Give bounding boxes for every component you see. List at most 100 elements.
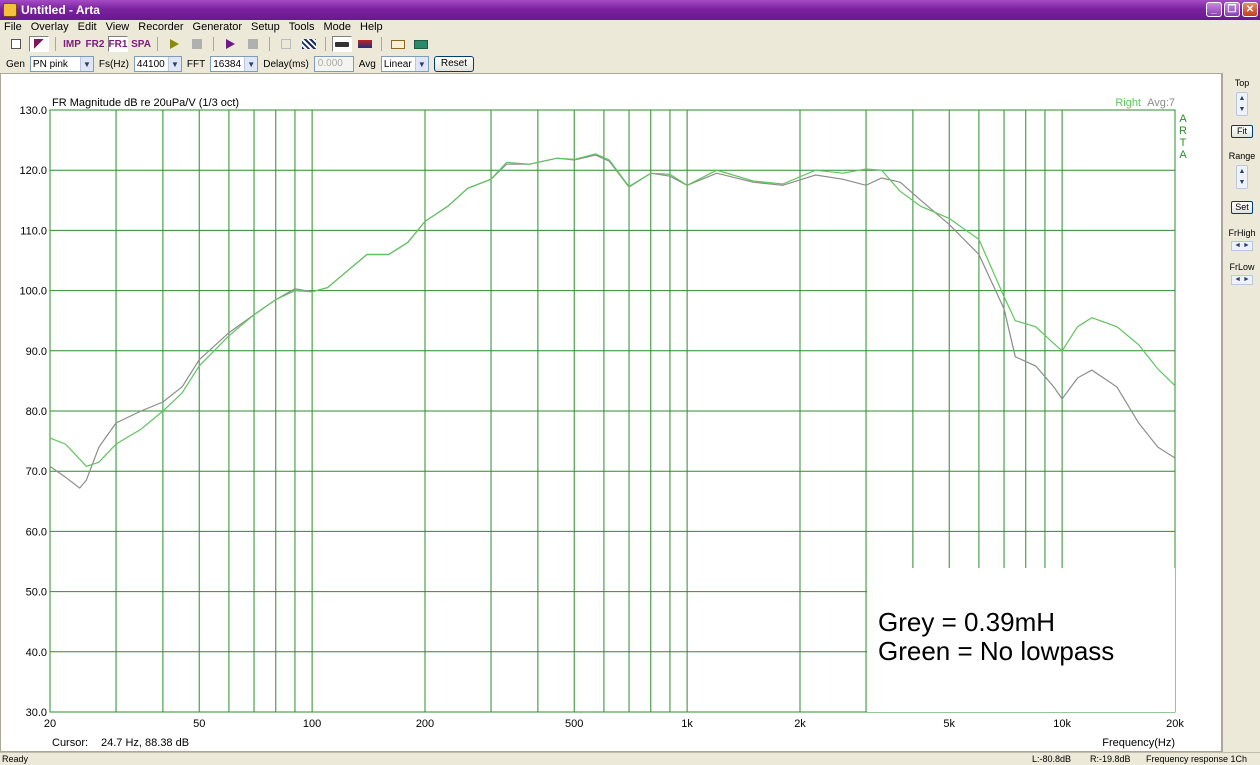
- set-button[interactable]: Set: [1231, 201, 1253, 214]
- green-response-line: [49, 153, 1176, 468]
- gen-select[interactable]: PN pink ▼: [29, 56, 94, 72]
- close-icon[interactable]: ✕: [1242, 2, 1258, 17]
- record-play-icon[interactable]: [220, 36, 240, 52]
- menu-mode[interactable]: Mode: [319, 21, 356, 33]
- top-label: Top: [1234, 78, 1250, 88]
- avg-label: Avg:7: [1147, 97, 1175, 109]
- chevron-down-icon: ▼: [167, 57, 181, 71]
- menu-tools[interactable]: Tools: [285, 21, 320, 33]
- plot-area[interactable]: 130.0 120.0 110.0 100.0 90.0 80.0 70.0 60.0 50.0…: [0, 73, 1222, 752]
- x-tick-label: 50: [193, 718, 205, 730]
- play-icon[interactable]: [164, 36, 184, 52]
- status-text: Ready: [2, 754, 29, 764]
- logo-letter: R: [1179, 125, 1187, 137]
- fs-label: Fs(Hz): [98, 58, 129, 70]
- y-tick-label: 90.0: [26, 346, 47, 358]
- fr1-mode-button[interactable]: FR1: [108, 36, 128, 52]
- rec-icon[interactable]: [276, 36, 296, 52]
- right-level: R:-19.8dB: [1090, 754, 1131, 764]
- arta-logo: A R T A: [1179, 113, 1187, 161]
- menu-bar: File Overlay Edit View Recorder Generato…: [0, 20, 1260, 34]
- frlow-label: FrLow: [1229, 262, 1255, 272]
- frhigh-spinner[interactable]: ◄ ►: [1231, 241, 1253, 251]
- chevron-down-icon: ▼: [79, 57, 93, 71]
- generator-bar: Gen PN pink ▼ Fs(Hz) 44100 ▼ FFT 16384 ▼…: [0, 55, 1260, 73]
- menu-file[interactable]: File: [0, 21, 27, 33]
- menu-generator[interactable]: Generator: [189, 21, 248, 33]
- fs-value: 44100: [136, 58, 165, 70]
- y-tick-label: 40.0: [26, 647, 47, 659]
- frlow-spinner[interactable]: ◄ ►: [1231, 275, 1253, 285]
- y-tick-label: 120.0: [19, 165, 47, 177]
- chevron-down-icon: ▼: [414, 57, 428, 71]
- x-tick-label: 20: [44, 718, 56, 730]
- top-spinner[interactable]: ▲ ▼: [1236, 92, 1248, 116]
- hatch-icon[interactable]: [299, 36, 319, 52]
- x-tick-label: 5k: [943, 718, 955, 730]
- x-tick-label: 100: [303, 718, 321, 730]
- toolbar-separator: [213, 37, 214, 51]
- chart-series: [49, 153, 1176, 489]
- x-tick-label: 10k: [1053, 718, 1071, 730]
- waveform-icon[interactable]: [388, 36, 408, 52]
- channel-label: Right: [1115, 97, 1141, 109]
- title-bar: Untitled - Arta _ ❐ ✕: [0, 0, 1260, 20]
- y-tick-labels: 130.0 120.0 110.0 100.0 90.0 80.0 70.0 60.0 50.0…: [19, 105, 47, 719]
- calibrate-icon[interactable]: [332, 36, 352, 52]
- imp-mode-button[interactable]: IMP: [62, 36, 82, 52]
- fft-value: 16384: [213, 58, 242, 70]
- right-control-panel: Top ▲ ▼ Fit Range ▲ ▼ Set FrHigh ◄ ► FrLow…: [1222, 73, 1260, 752]
- y-tick-label: 110.0: [20, 225, 47, 237]
- x-tick-label: 20k: [1166, 718, 1184, 730]
- fr2-mode-button[interactable]: FR2: [85, 36, 105, 52]
- menu-setup[interactable]: Setup: [247, 21, 285, 33]
- gen-value: PN pink: [32, 58, 68, 70]
- fft-select[interactable]: 16384 ▼: [210, 56, 259, 72]
- color-bars-icon[interactable]: [355, 36, 375, 52]
- y-tick-label: 60.0: [26, 526, 47, 538]
- window-controls: _ ❐ ✕: [1206, 2, 1258, 17]
- logo-letter: A: [1179, 149, 1187, 161]
- spectrum-icon[interactable]: [411, 36, 431, 52]
- delay-field[interactable]: 0.000: [313, 56, 354, 72]
- left-level: L:-80.8dB: [1032, 754, 1072, 764]
- y-tick-label: 50.0: [26, 587, 47, 599]
- y-tick-label: 80.0: [26, 406, 47, 418]
- spa-mode-button[interactable]: SPA: [131, 36, 151, 52]
- toolbar-separator: [381, 37, 382, 51]
- fs-select[interactable]: 44100 ▼: [133, 56, 182, 72]
- x-tick-label: 1k: [681, 718, 693, 730]
- overlay-icon[interactable]: [29, 36, 49, 52]
- toolbar: IMP FR2 FR1 SPA: [0, 35, 1260, 53]
- avg-select[interactable]: Linear ▼: [380, 56, 429, 72]
- logo-letter: T: [1180, 137, 1187, 149]
- menu-help[interactable]: Help: [356, 21, 388, 33]
- range-spinner[interactable]: ▲ ▼: [1236, 165, 1248, 189]
- x-tick-label: 2k: [794, 718, 806, 730]
- restore-icon[interactable]: ❐: [1224, 2, 1240, 17]
- x-tick-label: 200: [416, 718, 434, 730]
- menu-overlay[interactable]: Overlay: [27, 21, 74, 33]
- annotation-line1: Grey = 0.39mH: [878, 607, 1055, 637]
- delay-label: Delay(ms): [263, 58, 309, 70]
- mode-status: Frequency response 1Ch: [1146, 754, 1248, 764]
- fit-button[interactable]: Fit: [1231, 125, 1253, 138]
- menu-view[interactable]: View: [102, 21, 135, 33]
- stop-icon[interactable]: [187, 36, 207, 52]
- frequency-response-chart[interactable]: 130.0 120.0 110.0 100.0 90.0 80.0 70.0 60.0 50.0…: [1, 74, 1223, 753]
- avg-value: Linear: [383, 58, 412, 70]
- new-file-icon[interactable]: [6, 36, 26, 52]
- record-stop-icon[interactable]: [243, 36, 263, 52]
- chart-header: FR Magnitude dB re 20uPa/V (1/3 oct): [52, 97, 239, 109]
- toolbar-separator: [55, 37, 56, 51]
- x-tick-labels: 20 50 100 200 500 1k 2k 5k 10k 20k: [44, 718, 1184, 730]
- window-title: Untitled - Arta: [21, 3, 100, 17]
- minimize-icon[interactable]: _: [1206, 2, 1222, 17]
- avg-label: Avg: [358, 58, 376, 70]
- reset-button[interactable]: Reset: [433, 56, 474, 72]
- menu-edit[interactable]: Edit: [74, 21, 102, 33]
- toolbar-separator: [325, 37, 326, 51]
- toolbar-separator: [269, 37, 270, 51]
- fft-label: FFT: [186, 58, 206, 70]
- menu-recorder[interactable]: Recorder: [134, 21, 188, 33]
